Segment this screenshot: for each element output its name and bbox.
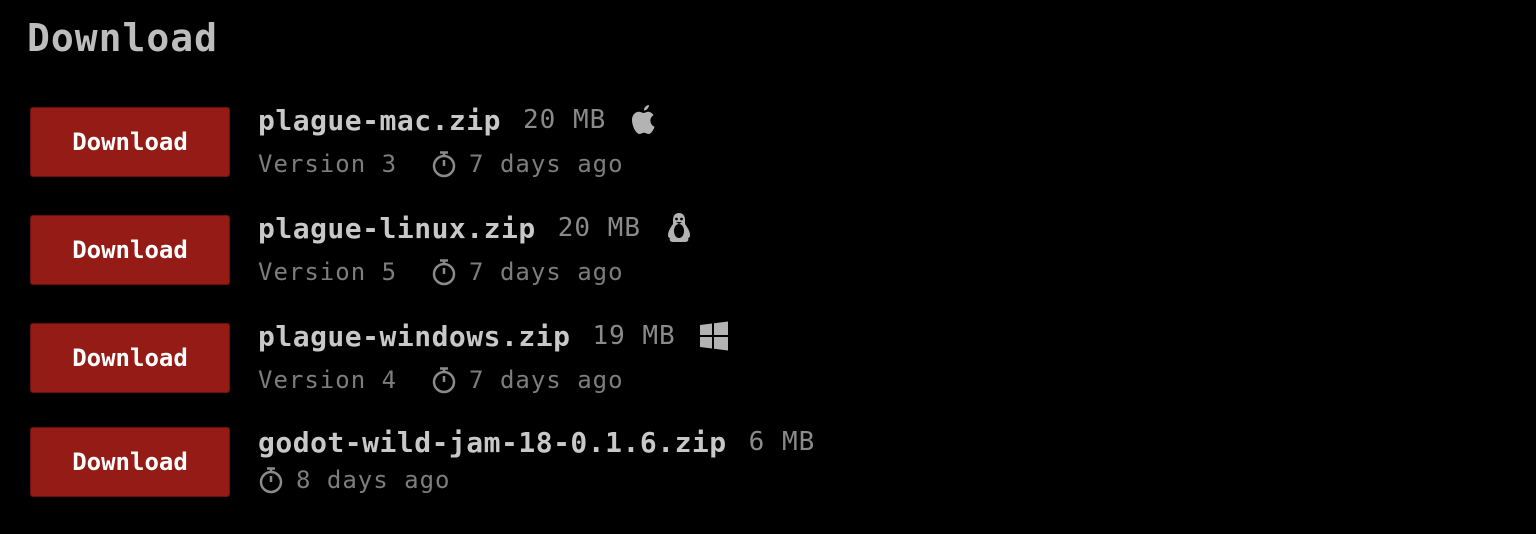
- upload-meta: Version 3 7 days ago: [258, 149, 624, 179]
- upload-row-mac: Download plague-mac.zip 20 MB Version 3: [30, 104, 1030, 179]
- download-button[interactable]: Download: [30, 427, 230, 497]
- file-name: plague-windows.zip: [258, 319, 571, 353]
- stopwatch-icon: [431, 258, 457, 286]
- version-label: Version 4: [258, 366, 398, 394]
- linux-icon: [663, 211, 695, 245]
- file-name: plague-linux.zip: [258, 211, 536, 245]
- upload-age: 7 days ago: [469, 150, 624, 178]
- upload-info: plague-windows.zip 19 MB Version 4 7 day…: [258, 320, 1018, 395]
- download-button[interactable]: Download: [30, 107, 230, 177]
- upload-info: godot-wild-jam-18-0.1.6.zip 6 MB 8 days …: [258, 426, 1018, 497]
- upload-meta: 8 days ago: [258, 465, 451, 495]
- stopwatch-icon: [258, 466, 284, 494]
- stopwatch-icon: [431, 150, 457, 178]
- windows-icon: [698, 319, 730, 353]
- upload-age: 7 days ago: [469, 258, 624, 286]
- file-size: 20 MB: [557, 213, 641, 243]
- file-size: 6 MB: [748, 427, 816, 457]
- upload-info: plague-mac.zip 20 MB Version 3 7 days ag…: [258, 104, 1018, 179]
- file-size: 19 MB: [592, 321, 676, 351]
- upload-row-windows: Download plague-windows.zip 19 MB Versio…: [30, 320, 1030, 395]
- upload-meta: Version 5 7 days ago: [258, 257, 624, 287]
- apple-icon: [628, 103, 660, 137]
- upload-header: godot-wild-jam-18-0.1.6.zip 6 MB: [258, 423, 815, 461]
- version-label: Version 5: [258, 258, 398, 286]
- upload-header: plague-windows.zip 19 MB: [258, 317, 730, 355]
- file-name: plague-mac.zip: [258, 103, 502, 137]
- upload-header: plague-mac.zip 20 MB: [258, 101, 660, 139]
- upload-age: 7 days ago: [469, 366, 624, 394]
- upload-age: 8 days ago: [296, 466, 451, 494]
- file-size: 20 MB: [523, 105, 607, 135]
- upload-row-linux: Download plague-linux.zip 20 MB Version …: [30, 212, 1030, 287]
- download-button[interactable]: Download: [30, 215, 230, 285]
- stopwatch-icon: [431, 366, 457, 394]
- version-label: Version 3: [258, 150, 398, 178]
- download-button[interactable]: Download: [30, 323, 230, 393]
- upload-row-source: Download godot-wild-jam-18-0.1.6.zip 6 M…: [30, 426, 1030, 497]
- upload-header: plague-linux.zip 20 MB: [258, 209, 695, 247]
- page-title: Download: [27, 16, 219, 60]
- file-name: godot-wild-jam-18-0.1.6.zip: [258, 425, 727, 459]
- upload-info: plague-linux.zip 20 MB Version 5 7 days …: [258, 212, 1018, 287]
- upload-meta: Version 4 7 days ago: [258, 365, 624, 395]
